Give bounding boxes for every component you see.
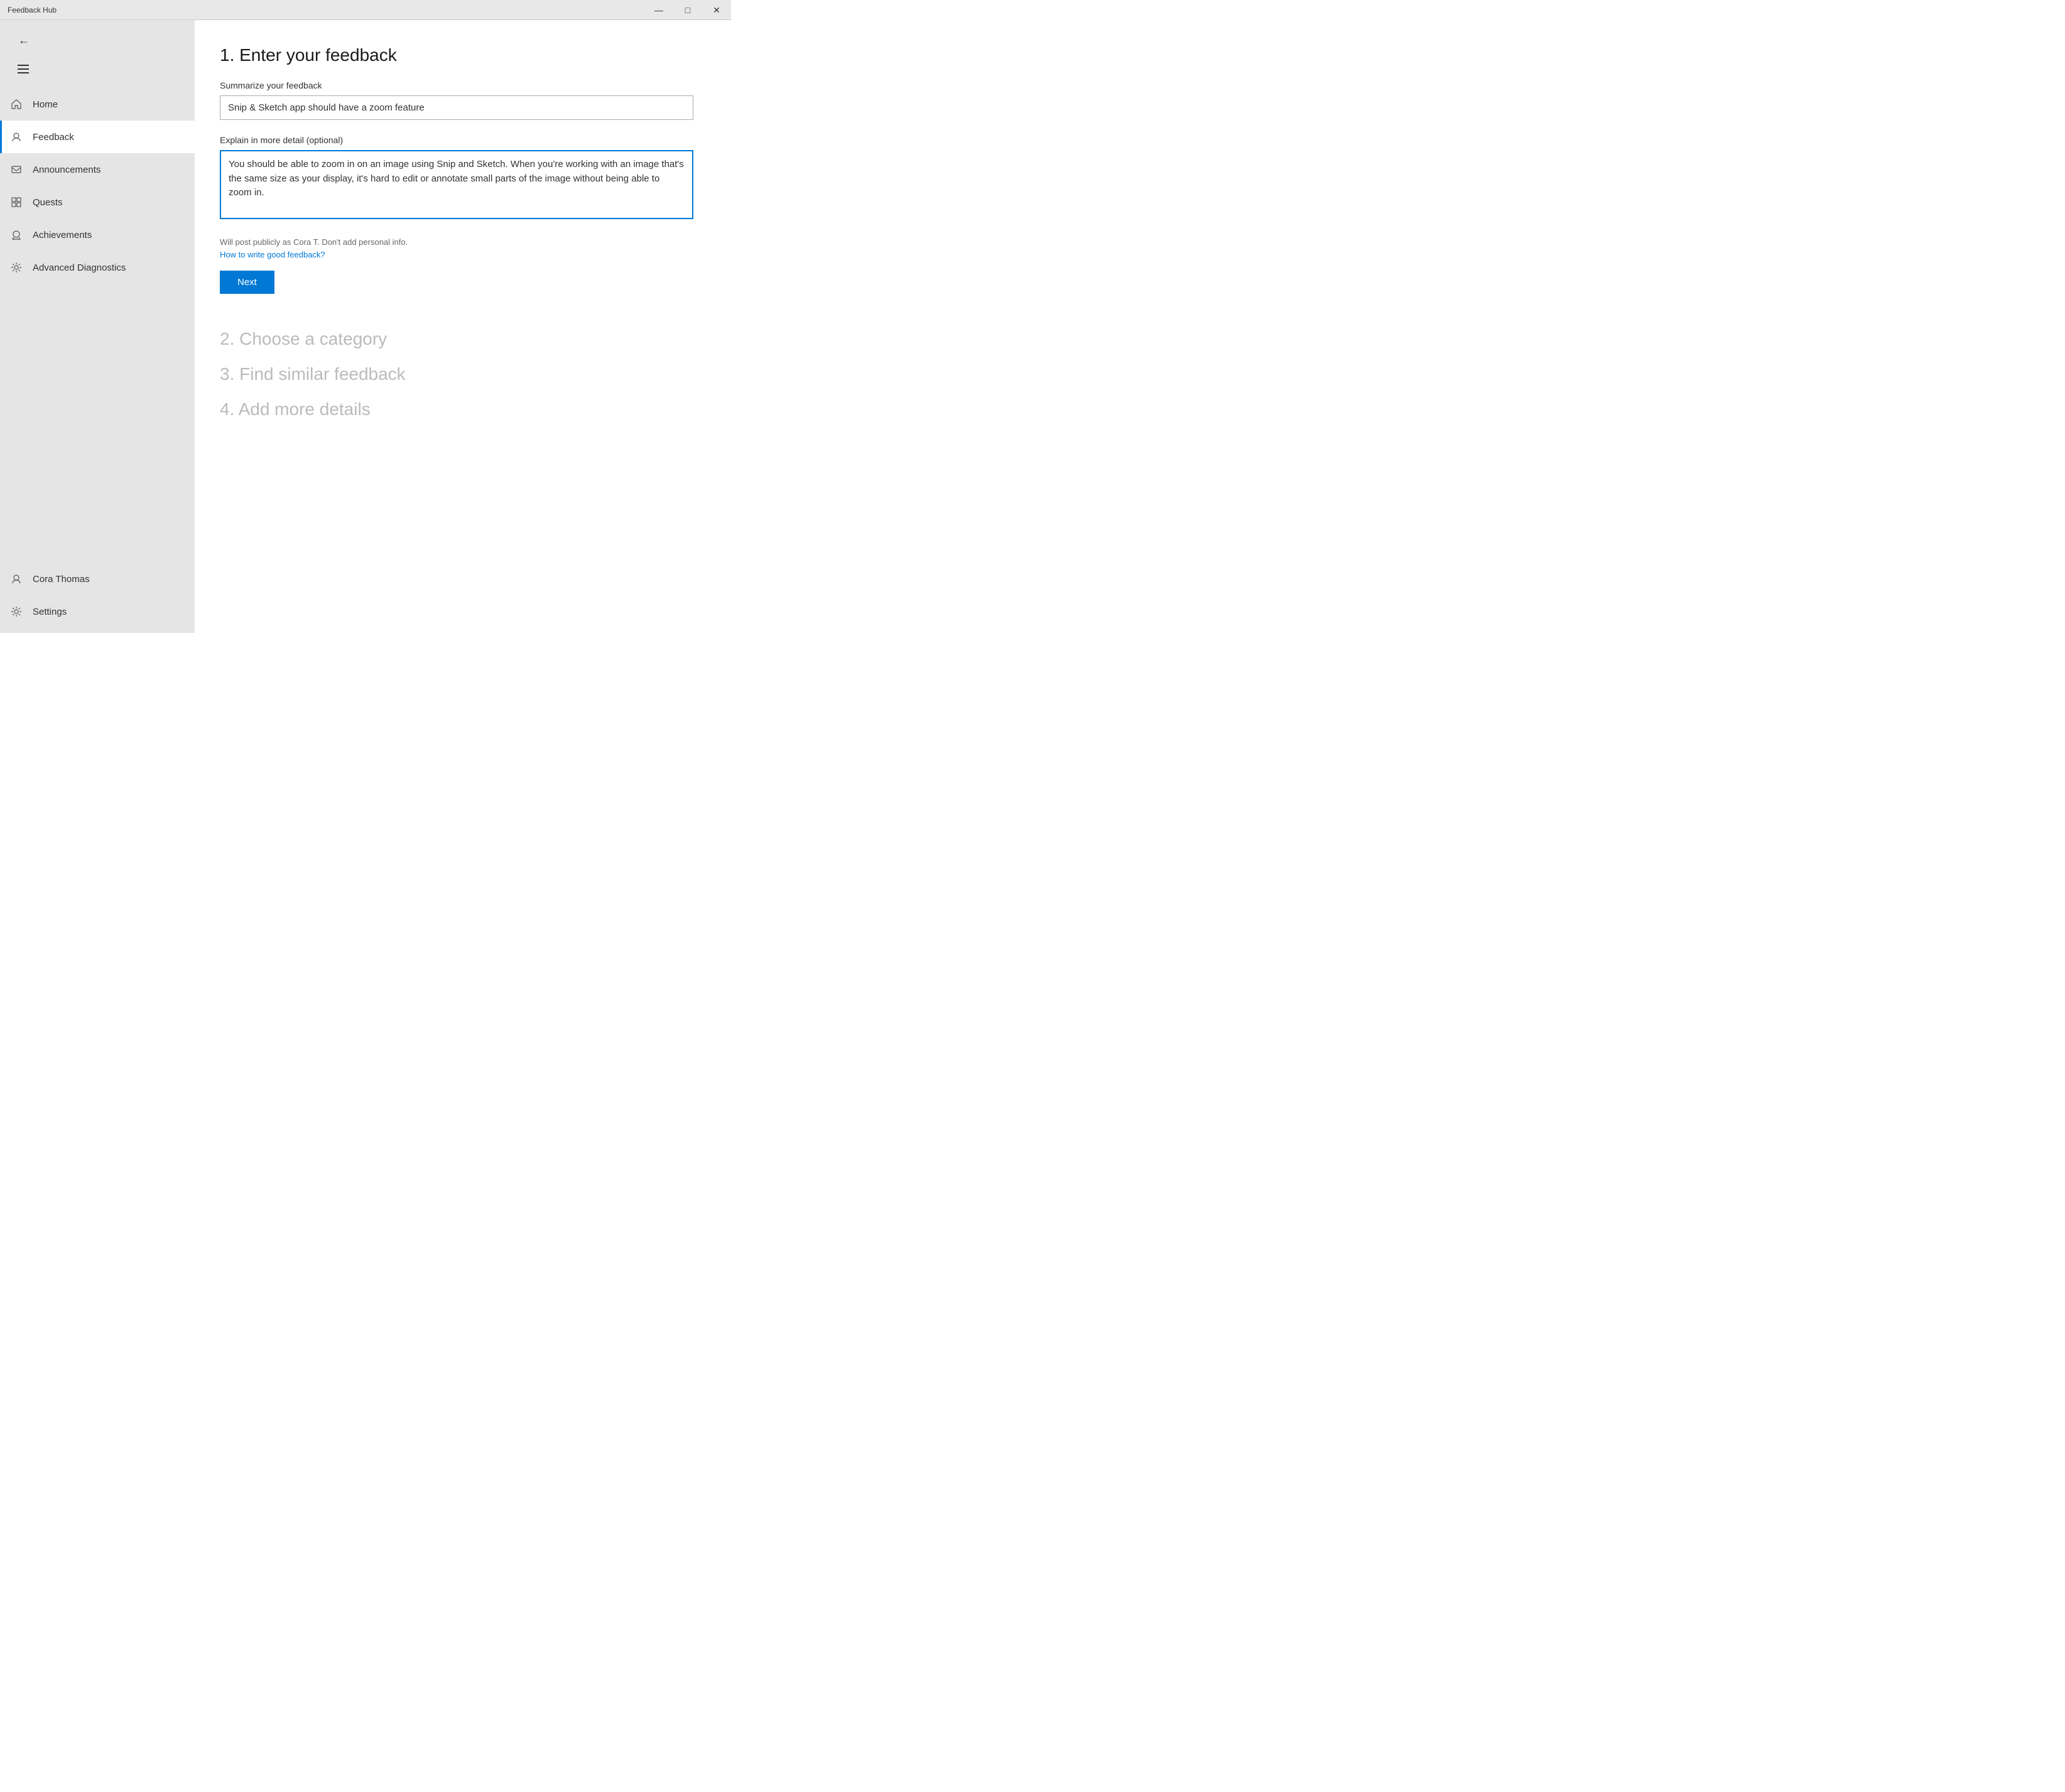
sidebar-item-achievements[interactable]: Achievements (0, 219, 195, 251)
sidebar-top: ← (0, 20, 195, 85)
step2-title: 2. Choose a category (220, 329, 693, 349)
main-content: 1. Enter your feedback Summarize your fe… (195, 20, 731, 633)
sidebar-item-quests-label: Quests (33, 197, 63, 208)
minimize-button[interactable]: — (644, 0, 673, 20)
feedback-icon (10, 131, 23, 143)
back-button[interactable]: ← (10, 26, 38, 54)
titlebar: Feedback Hub — □ ✕ (0, 0, 731, 20)
sidebar-settings-label: Settings (33, 607, 67, 617)
sidebar-item-quests[interactable]: Quests (0, 186, 195, 219)
announcements-icon (10, 163, 23, 176)
window-controls: — □ ✕ (644, 0, 731, 19)
settings-icon (10, 605, 23, 618)
maximize-button[interactable]: □ (673, 0, 702, 20)
advanced-diagnostics-icon (10, 261, 23, 274)
hamburger-button[interactable] (10, 57, 38, 82)
sidebar-item-announcements[interactable]: Announcements (0, 153, 195, 186)
sidebar-item-home[interactable]: Home (0, 88, 195, 121)
achievements-icon (10, 229, 23, 241)
privacy-text: Will post publicly as Cora T. Don't add … (220, 237, 693, 247)
detail-textarea[interactable]: You should be able to zoom in on an imag… (220, 150, 693, 219)
detail-group: Explain in more detail (optional) You sh… (220, 135, 693, 222)
sidebar-bottom: Cora Thomas Settings (0, 563, 195, 633)
sidebar-item-achievements-label: Achievements (33, 230, 92, 240)
sidebar-item-user[interactable]: Cora Thomas (0, 563, 195, 595)
sidebar-item-home-label: Home (33, 99, 58, 110)
summarize-group: Summarize your feedback (220, 80, 693, 120)
app-body: ← Home (0, 20, 731, 633)
hamburger-line1 (18, 65, 29, 66)
sidebar-nav: Home Feedback Announce (0, 85, 195, 563)
sidebar-item-settings[interactable]: Settings (0, 595, 195, 628)
home-icon (10, 98, 23, 111)
hamburger-line2 (18, 68, 29, 70)
sidebar-item-advanced-diagnostics-label: Advanced Diagnostics (33, 262, 126, 273)
step1-title: 1. Enter your feedback (220, 45, 693, 65)
detail-label: Explain in more detail (optional) (220, 135, 693, 145)
hamburger-line3 (18, 72, 29, 73)
next-button[interactable]: Next (220, 271, 274, 294)
feedback-link[interactable]: How to write good feedback? (220, 250, 325, 259)
inactive-steps: 2. Choose a category 3. Find similar fee… (220, 314, 693, 419)
user-icon (10, 573, 23, 585)
quests-icon (10, 196, 23, 208)
sidebar-user-name: Cora Thomas (33, 574, 90, 585)
summarize-input[interactable] (220, 95, 693, 120)
sidebar-item-feedback[interactable]: Feedback (0, 121, 195, 153)
sidebar-item-advanced-diagnostics[interactable]: Advanced Diagnostics (0, 251, 195, 284)
app-title: Feedback Hub (8, 6, 57, 14)
sidebar-item-announcements-label: Announcements (33, 165, 100, 175)
summarize-label: Summarize your feedback (220, 80, 693, 90)
step3-title: 3. Find similar feedback (220, 364, 693, 384)
close-button[interactable]: ✕ (702, 0, 731, 20)
sidebar: ← Home (0, 20, 195, 633)
step4-title: 4. Add more details (220, 399, 693, 419)
sidebar-item-feedback-label: Feedback (33, 132, 74, 143)
